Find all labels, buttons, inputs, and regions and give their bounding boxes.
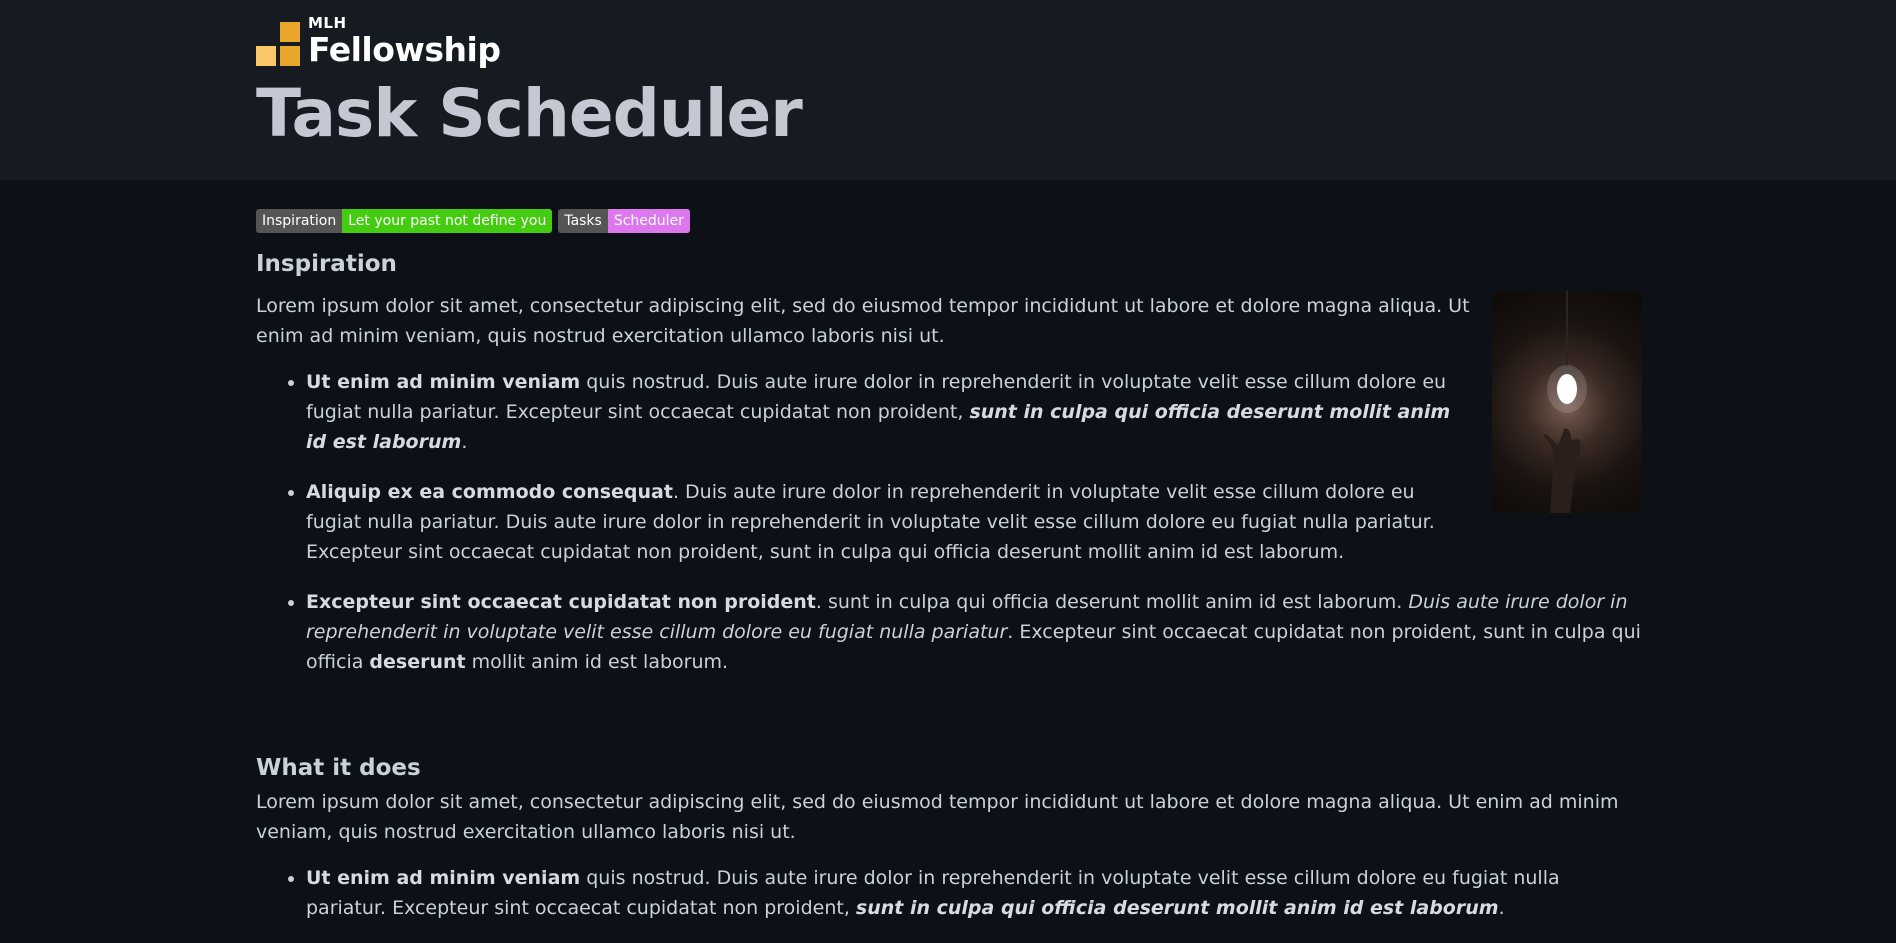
logo-text: MLH Fellowship — [308, 14, 501, 69]
section-inspiration: Inspiration Lorem ipsum dolor sit amet, … — [256, 251, 1642, 677]
logo-big-text: Fellowship — [308, 30, 501, 69]
item-bold: deserunt — [369, 651, 466, 673]
badge-row: Inspiration Let your past not define you… — [256, 209, 1642, 233]
section-intro: Lorem ipsum dolor sit amet, consectetur … — [256, 295, 1470, 347]
page-title: Task Scheduler — [256, 75, 803, 152]
section-heading: Inspiration — [256, 251, 397, 277]
badge-value: Scheduler — [607, 209, 690, 233]
item-bold: Ut enim ad minim veniam — [306, 867, 581, 889]
feature-list: Ut enim ad minim veniam quis nostrud. Du… — [256, 863, 1642, 923]
item-text: . — [461, 431, 468, 453]
feature-list: Ut enim ad minim veniam quis nostrud. Du… — [256, 367, 1642, 677]
item-text: mollit anim id est laborum. — [465, 651, 729, 673]
badge-inspiration[interactable]: Inspiration Let your past not define you — [256, 209, 553, 233]
badge-tasks[interactable]: Tasks Scheduler — [558, 209, 690, 233]
badge-key: Inspiration — [256, 209, 343, 233]
section-intro: Lorem ipsum dolor sit amet, consectetur … — [256, 791, 1619, 843]
header-inner: MLH Fellowship Task Scheduler — [256, 16, 803, 152]
lightbulb-hand-image — [1492, 291, 1642, 513]
item-text: . sunt in culpa qui officia deserunt mol… — [815, 591, 1409, 613]
item-bold: Excepteur sint occaecat cupidatat non pr… — [306, 591, 816, 613]
list-item: Excepteur sint occaecat cupidatat non pr… — [306, 587, 1642, 677]
item-bold: Ut enim ad minim veniam — [306, 371, 581, 393]
section-heading: What it does — [256, 755, 421, 781]
badge-value: Let your past not define you — [342, 209, 553, 233]
badge-key: Tasks — [558, 209, 608, 233]
logo-mark-icon — [256, 22, 300, 66]
list-item: Ut enim ad minim veniam quis nostrud. Du… — [306, 863, 1642, 923]
section-what-it-does: What it does Lorem ipsum dolor sit amet,… — [256, 755, 1642, 923]
list-item: Ut enim ad minim veniam quis nostrud. Du… — [306, 367, 1642, 457]
item-bold: Aliquip ex ea commodo consequat — [306, 481, 673, 503]
main-content: Inspiration Let your past not define you… — [256, 209, 1642, 943]
list-item: Aliquip ex ea commodo consequat. Duis au… — [306, 477, 1642, 567]
page-header: MLH Fellowship Task Scheduler — [0, 0, 1896, 180]
mlh-fellowship-logo[interactable]: MLH Fellowship — [256, 16, 802, 66]
logo-small-text: MLH — [308, 14, 347, 32]
lightbulb-icon — [1543, 291, 1587, 513]
